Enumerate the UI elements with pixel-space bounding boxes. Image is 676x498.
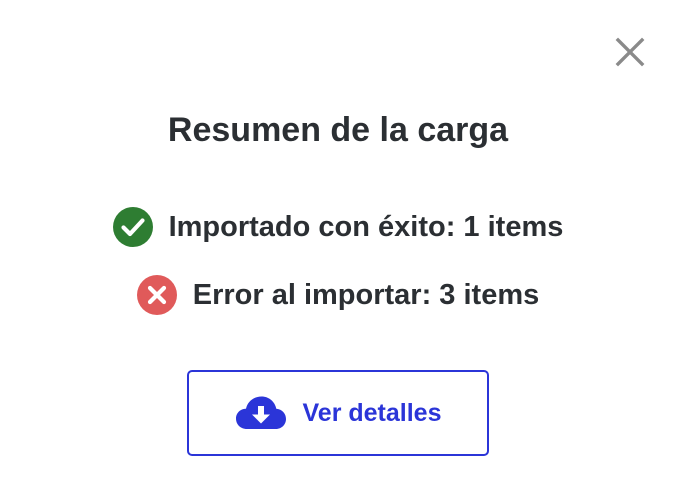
- dialog-title: Resumen de la carga: [167, 111, 509, 149]
- upload-summary-dialog: Resumen de la carga Importado con éxito:…: [0, 0, 676, 498]
- success-result-text: Importado con éxito: 1 items: [168, 211, 564, 243]
- error-circle-icon: [136, 275, 177, 315]
- error-result-row: Error al importar: 3 items: [0, 273, 676, 317]
- error-result-text: Error al importar: 3 items: [192, 279, 540, 311]
- cloud-download-icon: [235, 396, 286, 429]
- success-result-row: Importado con éxito: 1 items: [0, 205, 676, 249]
- check-circle-icon: [112, 207, 153, 247]
- view-details-button[interactable]: Ver detalles: [187, 370, 489, 456]
- view-details-label: Ver detalles: [302, 399, 442, 427]
- close-icon[interactable]: [612, 34, 648, 70]
